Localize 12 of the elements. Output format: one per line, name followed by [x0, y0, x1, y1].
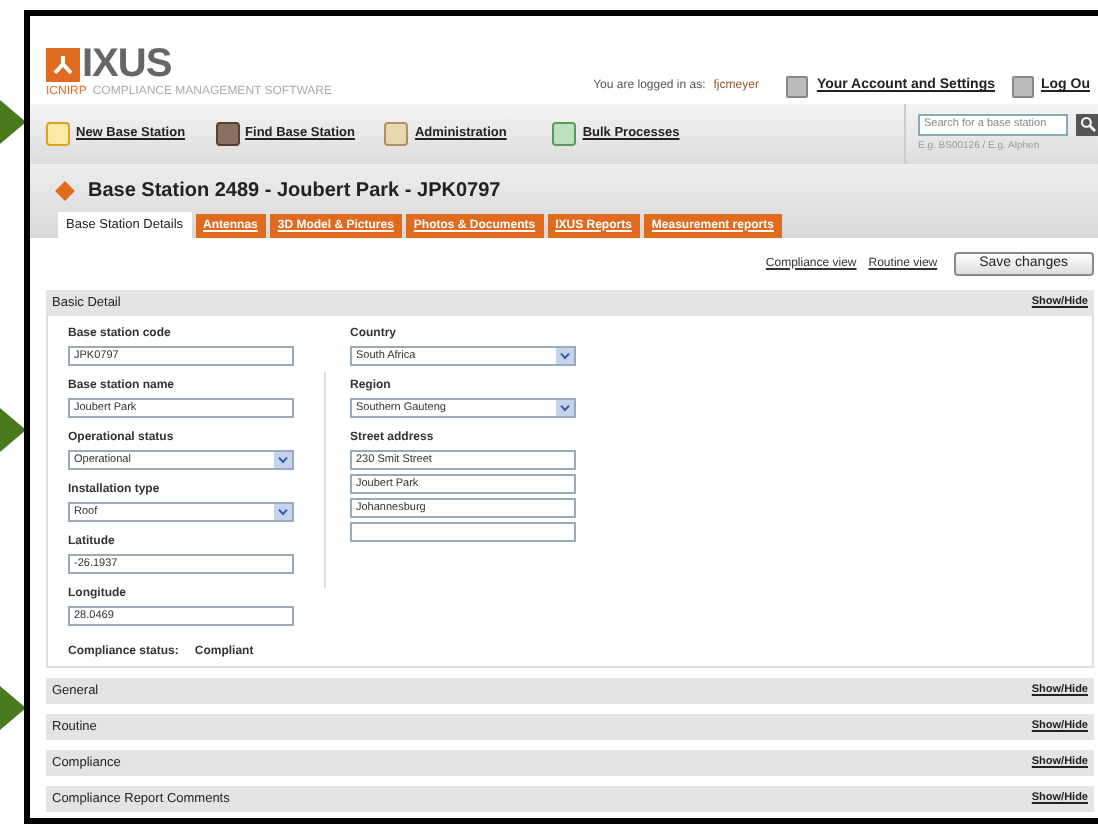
search-icon[interactable] — [1076, 113, 1098, 136]
logo-text: IXUS — [82, 46, 172, 82]
arrow-icon — [0, 100, 26, 144]
chevron-icon — [274, 504, 292, 520]
chevron-icon — [274, 452, 292, 468]
logo-icon — [46, 47, 80, 81]
chevron-icon — [556, 400, 574, 416]
arrow-icon — [0, 408, 26, 452]
chevron-icon — [556, 348, 574, 364]
page-title: Base Station 2489 - Joubert Park - JPK0797 — [88, 178, 501, 206]
input-field[interactable] — [350, 522, 576, 542]
arrow-icon — [0, 686, 26, 730]
